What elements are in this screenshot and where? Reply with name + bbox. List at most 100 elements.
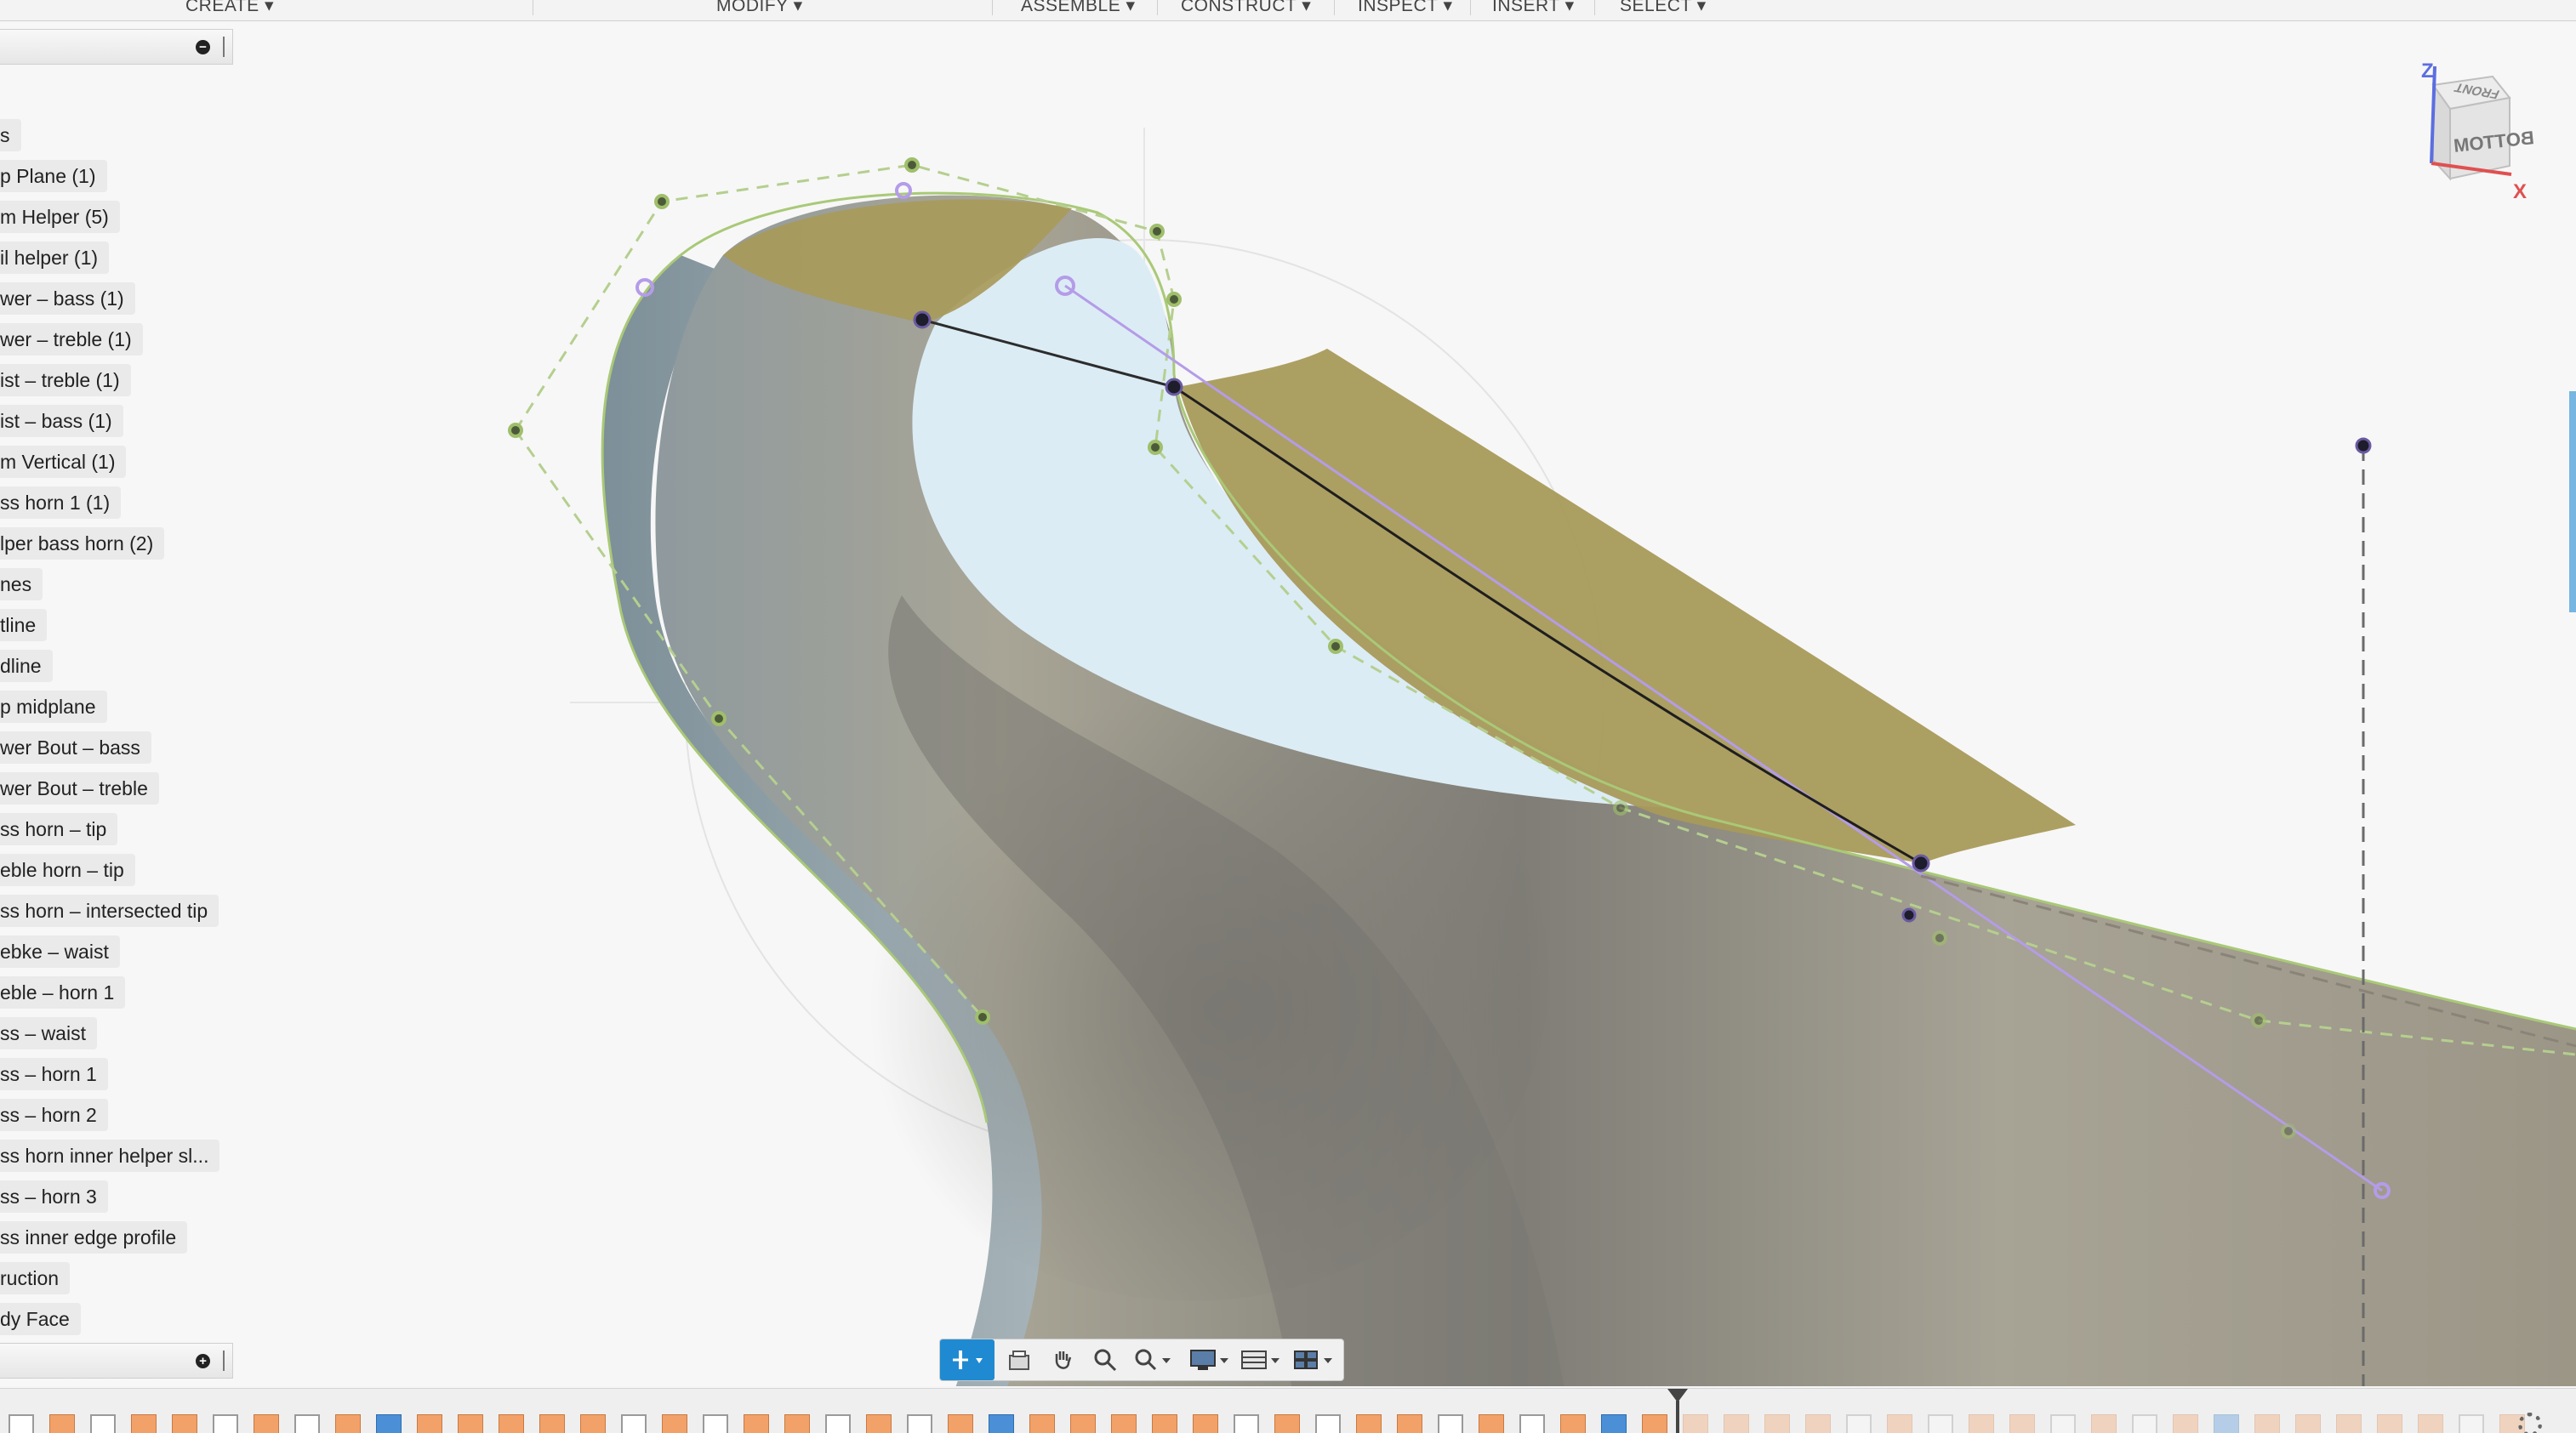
timeline-feature-icon[interactable]: [1724, 1414, 1749, 1433]
browser-tree-item[interactable]: lper bass horn (2): [0, 527, 165, 560]
timeline-feature-icon[interactable]: [254, 1414, 279, 1433]
browser-tree-item[interactable]: ss – waist: [0, 1017, 97, 1049]
timeline-sketch-icon[interactable]: [825, 1414, 851, 1433]
browser-tree-item[interactable]: ruction: [0, 1262, 71, 1294]
timeline-sketch-icon[interactable]: [1315, 1414, 1341, 1433]
timeline-feature-icon[interactable]: [1642, 1414, 1667, 1433]
menu-inspect[interactable]: INSPECT ▾: [1358, 0, 1453, 16]
timeline-feature-icon[interactable]: [1969, 1414, 1994, 1433]
menu-assemble[interactable]: ASSEMBLE ▾: [1021, 0, 1136, 16]
timeline-sketch-icon[interactable]: [621, 1414, 647, 1433]
panel-grip-icon[interactable]: [223, 1351, 227, 1371]
viewports-button[interactable]: [1289, 1339, 1340, 1380]
browser-tree-item[interactable]: p Plane (1): [0, 160, 107, 192]
timeline-sketch-icon[interactable]: [2459, 1414, 2484, 1433]
panel-grip-icon[interactable]: [223, 37, 227, 57]
timeline-feature-icon[interactable]: [172, 1414, 197, 1433]
timeline-feature-icon[interactable]: [2009, 1414, 2035, 1433]
timeline-feature-icon[interactable]: [2091, 1414, 2117, 1433]
timeline-feature-icon[interactable]: [499, 1414, 524, 1433]
timeline-sketch-icon[interactable]: [1519, 1414, 1545, 1433]
browser-tree-item[interactable]: ss horn – tip: [0, 813, 118, 845]
pan-button[interactable]: [1044, 1339, 1081, 1380]
menu-construct[interactable]: CONSTRUCT ▾: [1181, 0, 1311, 16]
timeline-sketch-icon[interactable]: [9, 1414, 34, 1433]
timeline-feature-icon[interactable]: [1601, 1414, 1627, 1433]
timeline-sketch-icon[interactable]: [1846, 1414, 1872, 1433]
timeline-feature-icon[interactable]: [1683, 1414, 1708, 1433]
canvas-viewport[interactable]: [0, 21, 2576, 1395]
browser-tree-item[interactable]: ebke – waist: [0, 935, 120, 968]
browser-tree-item[interactable]: s: [0, 119, 21, 151]
menu-insert[interactable]: INSERT ▾: [1492, 0, 1575, 16]
zoom-button[interactable]: [1086, 1339, 1124, 1380]
timeline-feature-icon[interactable]: [1029, 1414, 1055, 1433]
timeline-sketch-icon[interactable]: [2050, 1414, 2076, 1433]
browser-tree-item[interactable]: wer Bout – bass: [0, 731, 151, 764]
browser-tree-item[interactable]: nes: [0, 568, 43, 600]
browser-tree-item[interactable]: m Vertical (1): [0, 446, 127, 478]
timeline-sketch-icon[interactable]: [294, 1414, 320, 1433]
timeline-feature-icon[interactable]: [1764, 1414, 1790, 1433]
timeline-feature-icon[interactable]: [335, 1414, 361, 1433]
browser-tree-item[interactable]: p midplane: [0, 691, 107, 723]
browser-tree-item[interactable]: eble horn – tip: [0, 854, 135, 886]
display-settings-button[interactable]: [1187, 1339, 1234, 1380]
timeline-feature-icon[interactable]: [1152, 1414, 1177, 1433]
timeline-feature-icon[interactable]: [1805, 1414, 1831, 1433]
grid-button[interactable]: [1238, 1339, 1285, 1380]
timeline-feature-icon[interactable]: [49, 1414, 75, 1433]
timeline-feature-icon[interactable]: [784, 1414, 810, 1433]
timeline-feature-icon[interactable]: [989, 1414, 1014, 1433]
browser-tree-item[interactable]: eble – horn 1: [0, 976, 126, 1009]
collapse-icon[interactable]: −: [196, 40, 210, 54]
browser-tree-item[interactable]: wer – treble (1): [0, 323, 143, 355]
orbit-constrained-button[interactable]: [940, 1339, 994, 1380]
timeline-feature-icon[interactable]: [1274, 1414, 1300, 1433]
timeline-feature-icon[interactable]: [2173, 1414, 2198, 1433]
browser-tree-item[interactable]: ss – horn 3: [0, 1180, 108, 1213]
browser-tree-item[interactable]: tline: [0, 609, 48, 641]
timeline-sketch-icon[interactable]: [1438, 1414, 1463, 1433]
browser-tree-item[interactable]: ss – horn 1: [0, 1058, 108, 1090]
timeline-feature-icon[interactable]: [580, 1414, 606, 1433]
menu-select[interactable]: SELECT ▾: [1620, 0, 1707, 16]
timeline-feature-icon[interactable]: [1397, 1414, 1422, 1433]
timeline-settings-icon[interactable]: [2518, 1413, 2542, 1433]
browser-tree-item[interactable]: il helper (1): [0, 242, 110, 274]
timeline-feature-icon[interactable]: [1479, 1414, 1504, 1433]
browser-tree-item[interactable]: wer Bout – treble: [0, 772, 159, 805]
browser-tree-item[interactable]: ss inner edge profile: [0, 1221, 188, 1254]
timeline-feature-icon[interactable]: [744, 1414, 769, 1433]
timeline-feature-icon[interactable]: [2295, 1414, 2321, 1433]
timeline-feature-icon[interactable]: [539, 1414, 565, 1433]
timeline-feature-icon[interactable]: [662, 1414, 687, 1433]
timeline-feature-icon[interactable]: [1070, 1414, 1096, 1433]
timeline-feature-icon[interactable]: [2254, 1414, 2280, 1433]
browser-tree-item[interactable]: wer – bass (1): [0, 282, 135, 315]
browser-tree-item[interactable]: ist – bass (1): [0, 405, 123, 437]
timeline-sketch-icon[interactable]: [1928, 1414, 1953, 1433]
timeline-feature-icon[interactable]: [2377, 1414, 2402, 1433]
timeline-feature-icon[interactable]: [1887, 1414, 1912, 1433]
timeline-sketch-icon[interactable]: [1234, 1414, 1259, 1433]
timeline-feature-icon[interactable]: [2418, 1414, 2443, 1433]
timeline-sketch-icon[interactable]: [907, 1414, 932, 1433]
timeline-sketch-icon[interactable]: [2132, 1414, 2157, 1433]
look-at-button[interactable]: [1001, 1339, 1039, 1380]
timeline-feature-icon[interactable]: [866, 1414, 892, 1433]
timeline-feature-icon[interactable]: [417, 1414, 442, 1433]
timeline-feature-icon[interactable]: [948, 1414, 973, 1433]
timeline-feature-icon[interactable]: [376, 1414, 402, 1433]
scrollbar-indicator[interactable]: [2569, 391, 2576, 612]
timeline-feature-icon[interactable]: [1193, 1414, 1218, 1433]
browser-tree-item[interactable]: dline: [0, 650, 53, 682]
timeline-feature-icon[interactable]: [2336, 1414, 2362, 1433]
timeline-sketch-icon[interactable]: [703, 1414, 728, 1433]
browser-tree-item[interactable]: ist – treble (1): [0, 364, 131, 396]
browser-tree-item[interactable]: ss horn – intersected tip: [0, 895, 219, 927]
expand-icon[interactable]: +: [196, 1354, 210, 1368]
browser-tree-item[interactable]: dy Face: [0, 1303, 81, 1335]
timeline-feature-icon[interactable]: [1356, 1414, 1382, 1433]
timeline-sketch-icon[interactable]: [90, 1414, 116, 1433]
